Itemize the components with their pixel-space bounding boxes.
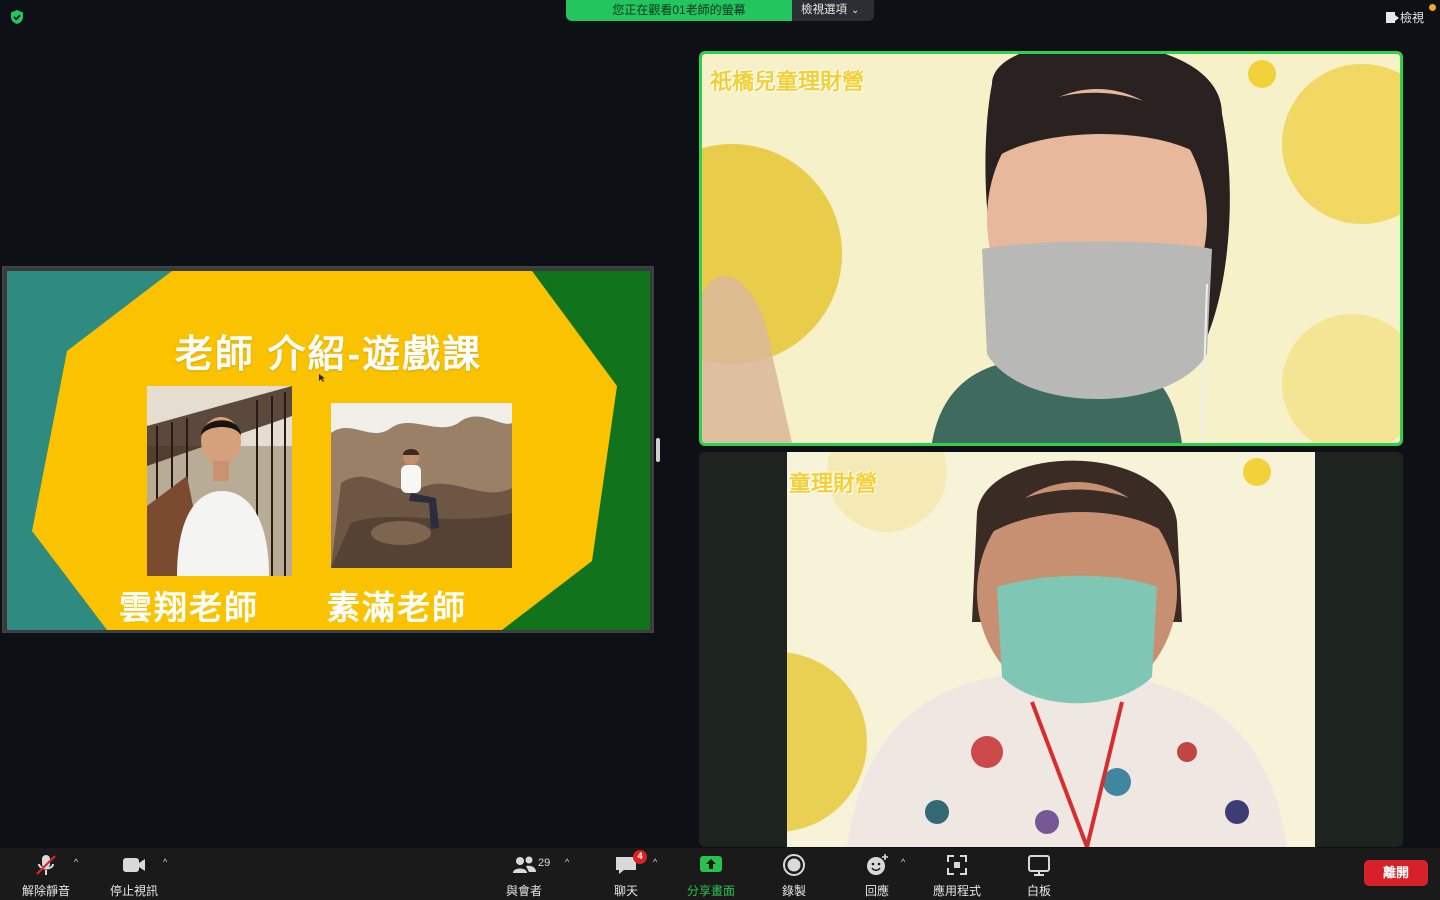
share-screen-button[interactable]: 分享畫面 [684,848,738,900]
video-camera-icon [123,858,145,872]
chat-icon-wrap: 4 [613,850,647,878]
shared-screen[interactable]: 老師 介紹-遊戲課 雲翔老師 素滿老師 [2,266,654,633]
reactions-label: 回應 [864,884,889,898]
teacher2-photo [331,403,512,568]
mouse-cursor-icon [319,374,325,382]
participant-video-1-feed [702,54,1400,443]
meeting-window: 您正在觀看01老師的螢幕 檢視選項 ⌄ 檢視 老師 介紹-遊戲課 雲翔老師 素滿… [0,0,1440,900]
notification-dot [1429,4,1436,11]
view-options-label: 檢視選項 [801,4,847,16]
video-options-caret-icon[interactable]: ^ [163,857,167,867]
view-button[interactable]: 檢視 [1385,9,1424,26]
presentation-slide: 老師 介紹-遊戲課 雲翔老師 素滿老師 [7,271,650,630]
stop-video-label: 停止視訊 [109,884,158,898]
meeting-toolbar: 解除靜音 ^ 停止視訊 ^ 與會者 29 ^ 4 聊天 ^ 分享畫面 錄製 回應… [0,848,1440,900]
participant-video-1[interactable]: 祇橋兒童理財營 [699,51,1403,446]
leave-meeting-button[interactable]: 離開 [1364,860,1428,886]
view-options-button[interactable]: 檢視選項 ⌄ [792,0,874,21]
slide-title: 老師 介紹-遊戲課 [174,334,483,376]
chat-label: 聊天 [613,884,638,898]
apps-label: 應用程式 [932,884,981,898]
teacher1-photo [147,386,292,576]
stop-video-button[interactable]: 停止視訊 [106,848,162,900]
participants-options-caret-icon[interactable]: ^ [565,857,569,867]
whiteboard-button[interactable]: 白板 [1019,848,1059,900]
chevron-down-icon: ⌄ [851,5,860,16]
whiteboard-icon [1028,855,1050,876]
reactions-button[interactable]: 回應 [856,848,898,900]
reactions-smiley-icon [867,854,888,875]
participants-icon [513,856,536,873]
share-screen-label: 分享畫面 [686,884,735,898]
chat-button[interactable]: 4 聊天 [606,848,647,900]
view-label: 檢視 [1399,11,1424,25]
video-2-overlay-text: 童理財營 [789,471,878,496]
chat-unread-badge: 4 [633,850,647,864]
split-view-handle[interactable] [656,438,660,462]
screen-share-banner: 您正在觀看01老師的螢幕 [566,0,792,21]
participants-label: 與會者 [505,884,542,898]
video-1-overlay-text: 祇橋兒童理財營 [710,69,865,94]
record-icon [783,854,805,876]
record-button[interactable]: 錄製 [770,848,818,900]
unmute-label: 解除靜音 [21,884,70,898]
share-screen-icon [700,856,722,872]
apps-button[interactable]: 應用程式 [928,848,986,900]
teacher2-name: 素滿老師 [327,589,467,626]
view-icon [1385,12,1399,23]
unmute-button[interactable]: 解除靜音 [18,848,74,900]
muted-microphone-icon [36,855,56,875]
security-shield-icon[interactable] [9,9,25,25]
record-label: 錄製 [781,884,806,898]
chat-options-caret-icon[interactable]: ^ [653,857,657,867]
teacher1-name: 雲翔老師 [119,589,259,626]
whiteboard-label: 白板 [1026,884,1051,898]
participants-button[interactable]: 與會者 [500,848,548,900]
reactions-options-caret-icon[interactable]: ^ [901,857,905,867]
participant-video-2[interactable]: 童理財營 [699,452,1403,847]
participants-count: 29 [538,857,551,869]
apps-icon [947,855,967,875]
audio-options-caret-icon[interactable]: ^ [74,857,78,867]
participant-video-2-feed: 童理財營 [787,452,1315,847]
